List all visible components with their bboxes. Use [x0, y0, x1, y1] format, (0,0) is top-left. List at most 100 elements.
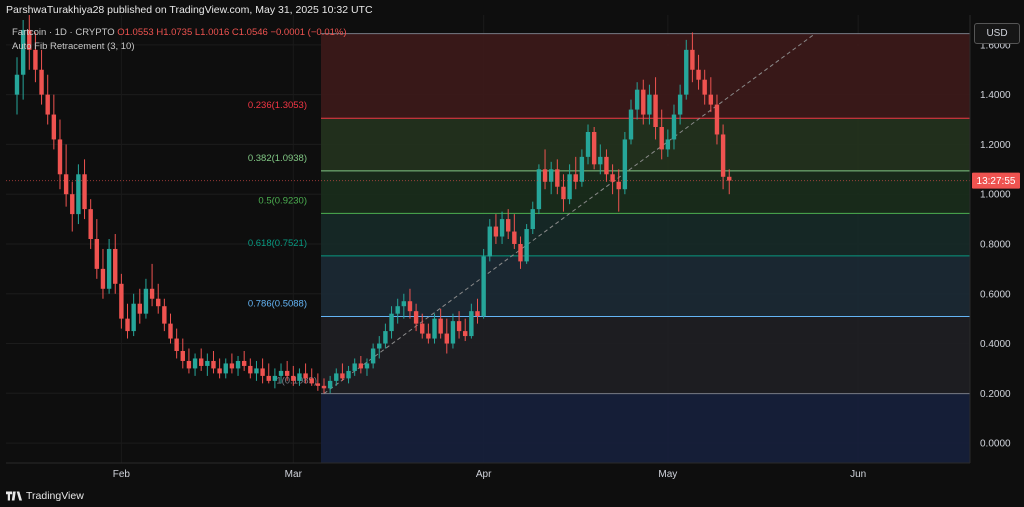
candle-body — [604, 156, 609, 175]
candle-body — [591, 131, 597, 165]
candle-body — [229, 363, 235, 369]
candle-body — [401, 301, 407, 307]
candle — [100, 248, 106, 299]
candle-body — [573, 174, 578, 182]
candle — [63, 144, 69, 207]
candle-body — [389, 313, 394, 332]
candle-body — [309, 378, 314, 384]
candle-body — [506, 219, 511, 232]
footer-brand: TradingView — [6, 490, 84, 502]
candle-body — [585, 131, 591, 157]
candle-body — [628, 109, 634, 140]
published-header: ParshwaTurakhiya28 published on TradingV… — [6, 4, 373, 16]
candle-body — [438, 318, 443, 334]
candle-body — [567, 174, 572, 200]
candle-body — [327, 380, 333, 389]
time-axis: Feb Mar Apr May Jun — [6, 462, 970, 480]
candle-body — [321, 385, 327, 389]
candle-body — [622, 139, 628, 190]
candle-body — [475, 311, 480, 317]
candle-body — [555, 169, 560, 187]
candle-body — [536, 169, 542, 210]
candle-body — [88, 209, 93, 239]
candle-body — [659, 127, 664, 150]
candle-body — [499, 219, 505, 237]
y-tick-label: 0.2000 — [980, 389, 1011, 400]
candle-body — [192, 358, 198, 369]
candle-body — [364, 363, 370, 369]
candle-body — [456, 321, 462, 332]
candle-body — [149, 288, 155, 299]
candle-body — [266, 375, 271, 381]
close-value: C1.0546 — [231, 27, 268, 38]
candle — [248, 358, 253, 379]
y-tick-label: 0.8000 — [980, 239, 1011, 250]
candle-body — [727, 176, 732, 181]
candle-body — [297, 373, 302, 381]
candle-body — [315, 383, 321, 386]
candle-body — [684, 49, 689, 95]
candle — [162, 298, 167, 332]
candle — [88, 199, 93, 249]
candle-body — [223, 363, 228, 374]
candle — [168, 313, 173, 344]
candle-body — [702, 79, 707, 95]
candle-body — [57, 139, 63, 175]
fib-band — [321, 213, 970, 256]
open-value: O1.0553 — [117, 27, 154, 38]
fib-band — [321, 118, 970, 171]
candle-body — [82, 174, 87, 210]
x-tick-label: Mar — [285, 469, 303, 480]
candle-body — [137, 303, 142, 314]
candle-body — [561, 186, 566, 200]
candle-body — [665, 139, 671, 150]
candle-body — [548, 169, 554, 182]
candle — [143, 278, 149, 319]
candle — [536, 164, 542, 215]
x-tick-label: Feb — [113, 469, 131, 480]
footer-brand-label: TradingView — [26, 490, 84, 502]
candle-body — [377, 343, 382, 349]
x-tick-label: May — [658, 469, 677, 480]
candle-body — [63, 174, 69, 195]
candle-body — [432, 318, 437, 339]
candle-body — [260, 368, 265, 376]
candle-body — [352, 363, 357, 371]
candle-body — [143, 288, 149, 314]
candle-body — [156, 298, 161, 307]
fib-level-label: 0.382(1.0938) — [248, 153, 307, 164]
candle-body — [51, 114, 57, 140]
x-tick-label: Apr — [476, 469, 492, 480]
candle — [223, 358, 228, 379]
tradingview-logo-icon — [6, 491, 22, 501]
candle — [113, 234, 118, 294]
candle — [205, 353, 210, 376]
candle-body — [119, 283, 124, 319]
indicator-label[interactable]: Auto Fib Retracement (3, 10) — [12, 41, 135, 52]
candle-body — [235, 360, 241, 369]
candle-body — [113, 248, 118, 284]
fib-level-label: 0.5(0.9230) — [258, 195, 307, 206]
candle-body — [720, 134, 726, 177]
symbol-label[interactable]: Fartcoin · 1D · CRYPTO — [12, 27, 115, 38]
candle-body — [395, 306, 400, 314]
y-tick-label: 0.4000 — [980, 339, 1011, 350]
currency-selector[interactable]: USD — [974, 23, 1020, 44]
candle-body — [254, 368, 259, 374]
candle — [82, 159, 87, 220]
candle-body — [383, 331, 388, 344]
candle — [156, 283, 161, 314]
candle-body — [714, 104, 720, 135]
candle-body — [598, 156, 603, 165]
price-chart[interactable]: 0.236(1.3053) 0.382(1.0938) 0.5(0.9230) 0.6… — [0, 0, 1024, 507]
candle — [45, 74, 50, 125]
candle-body — [291, 375, 296, 381]
fib-band — [321, 316, 970, 394]
candle-body — [696, 69, 701, 80]
candle — [211, 351, 216, 374]
fib-level-label: 0.786(0.5088) — [248, 298, 307, 309]
fib-retracement: 0.236(1.3053) 0.382(1.0938) 0.5(0.9230) 0.6… — [248, 33, 970, 463]
candle-body — [131, 303, 136, 332]
candle-body — [426, 333, 431, 339]
candle-body — [370, 348, 376, 364]
